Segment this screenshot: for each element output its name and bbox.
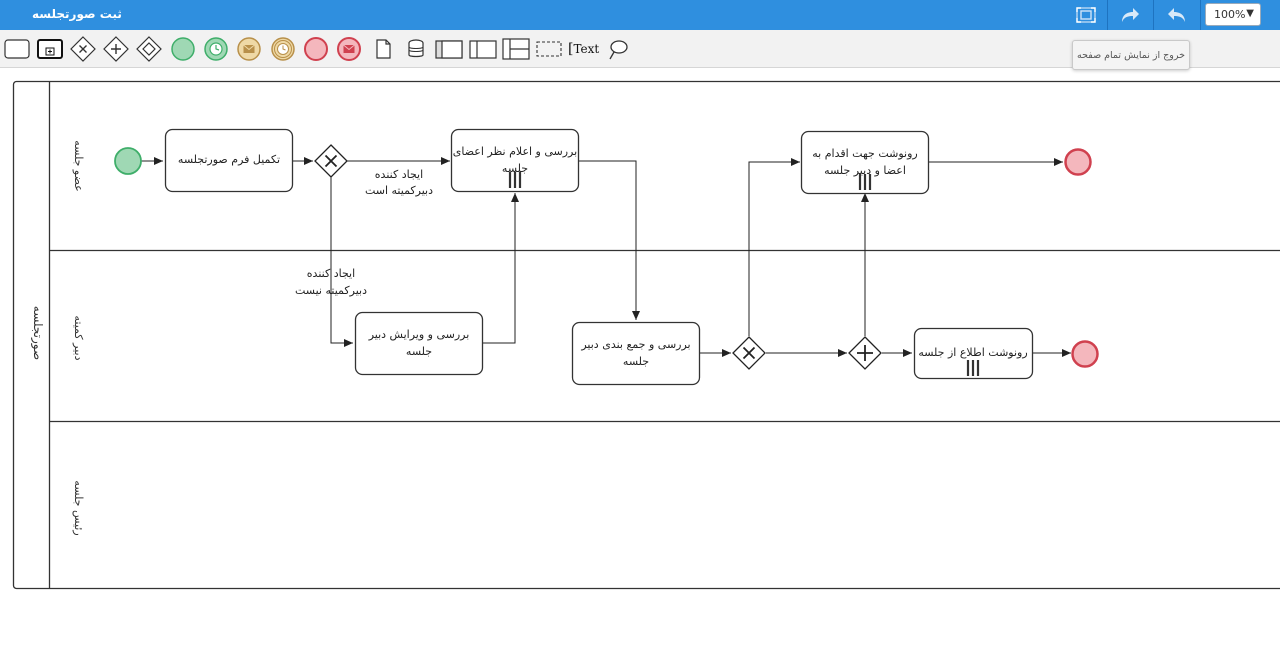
lane-label-secretary: دبیر کمیته [72, 316, 85, 361]
subprocess-tool-icon[interactable] [36, 35, 64, 63]
bpmn-canvas: صورتجلسه عضو جلسه دبیر کمیته رئیس جلسه ا… [12, 80, 1280, 590]
task-review-members[interactable]: بررسی و اعلام نظر اعضای جلسه [450, 128, 580, 193]
pool-tool-icon[interactable] [435, 35, 463, 63]
task-label: جلسه [623, 355, 649, 368]
task-label: بررسی و جمع بندی دبیر [580, 338, 690, 351]
timer-intermediate-event-tool-icon[interactable] [269, 35, 297, 63]
toolbar-separator [1153, 0, 1154, 30]
app-title: ثبت صورتجلسه [32, 7, 122, 21]
undo-button[interactable] [1156, 0, 1198, 30]
data-object-tool-icon[interactable] [369, 35, 397, 63]
task-label: رونوشت اطلاع از جلسه [918, 346, 1027, 359]
toolbar-separator [1107, 0, 1108, 30]
task-copy-members[interactable]: رونوشت جهت اقدام به اعضا و دبیر جلسه [800, 130, 930, 195]
start-event-tool-icon[interactable] [169, 35, 197, 63]
message-event-tool-icon[interactable] [235, 35, 263, 63]
task-label: بررسی و ویرایش دبیر [368, 328, 470, 341]
pool-label: صورتجلسه [30, 306, 45, 360]
chevron-down-icon: ▼ [1246, 8, 1254, 19]
text-tool-label: Text [573, 42, 600, 56]
exclusive-gateway-tool-icon[interactable] [69, 35, 97, 63]
lane-split-tool-icon[interactable] [502, 35, 530, 63]
lane-tool-icon[interactable] [469, 35, 497, 63]
group-tool-icon[interactable] [535, 35, 563, 63]
task-label: بررسی و اعلام نظر اعضای [453, 145, 577, 158]
parallel-gateway-tool-icon[interactable] [102, 35, 130, 63]
lane-label-chairman: رئیس جلسه [72, 480, 85, 535]
task-label: تکمیل فرم صورتجلسه [178, 153, 280, 166]
end-event-notify[interactable] [1071, 340, 1099, 368]
undo-icon [1168, 8, 1185, 22]
end-event-tool-icon[interactable] [302, 35, 330, 63]
data-store-tool-icon[interactable] [402, 35, 430, 63]
app-titlebar: ثبت صورتجلسه 100% ▼ [0, 0, 1280, 30]
zoom-value: 100% [1214, 8, 1246, 21]
task-label: رونوشت جهت اقدام به [812, 147, 917, 160]
fullscreen-exit-icon [1076, 7, 1096, 23]
redo-button[interactable] [1110, 0, 1150, 30]
toolbar-separator [1200, 0, 1201, 30]
timer-start-event-tool-icon[interactable] [202, 35, 230, 63]
task-complete-form[interactable]: تکمیل فرم صورتجلسه [164, 128, 294, 193]
start-event[interactable] [114, 147, 142, 175]
redo-icon [1122, 8, 1139, 22]
task-notify[interactable]: رونوشت اطلاع از جلسه [913, 327, 1034, 380]
task-label: جلسه [406, 345, 432, 358]
task-secretary-categorize[interactable]: بررسی و جمع بندی دبیر جلسه [571, 321, 701, 386]
flow-label-not-secretary-2: دبیرکمیته نیست [295, 284, 367, 297]
task-secretary-edit[interactable]: بررسی و ویرایش دبیر جلسه [354, 311, 484, 376]
zoom-select[interactable]: 100% ▼ [1205, 3, 1261, 26]
connect-tool-icon[interactable] [604, 35, 632, 63]
flow-label-secretary-2: دبیرکمیته است [365, 184, 433, 197]
task-tool-icon[interactable] [3, 35, 31, 63]
flow-label-not-secretary-1: ایجاد کننده [307, 267, 355, 280]
lane-label-member: عضو جلسه [72, 140, 85, 191]
event-gateway-tool-icon[interactable] [135, 35, 163, 63]
fullscreen-tooltip: خروج از نمایش تمام صفحه [1072, 40, 1190, 70]
message-end-event-tool-icon[interactable] [335, 35, 363, 63]
text-annotation-tool[interactable]: [Text [568, 35, 600, 63]
flow-label-secretary-1: ایجاد کننده [375, 168, 423, 181]
fullscreen-exit-button[interactable] [1068, 0, 1104, 30]
end-event-members[interactable] [1064, 148, 1092, 176]
